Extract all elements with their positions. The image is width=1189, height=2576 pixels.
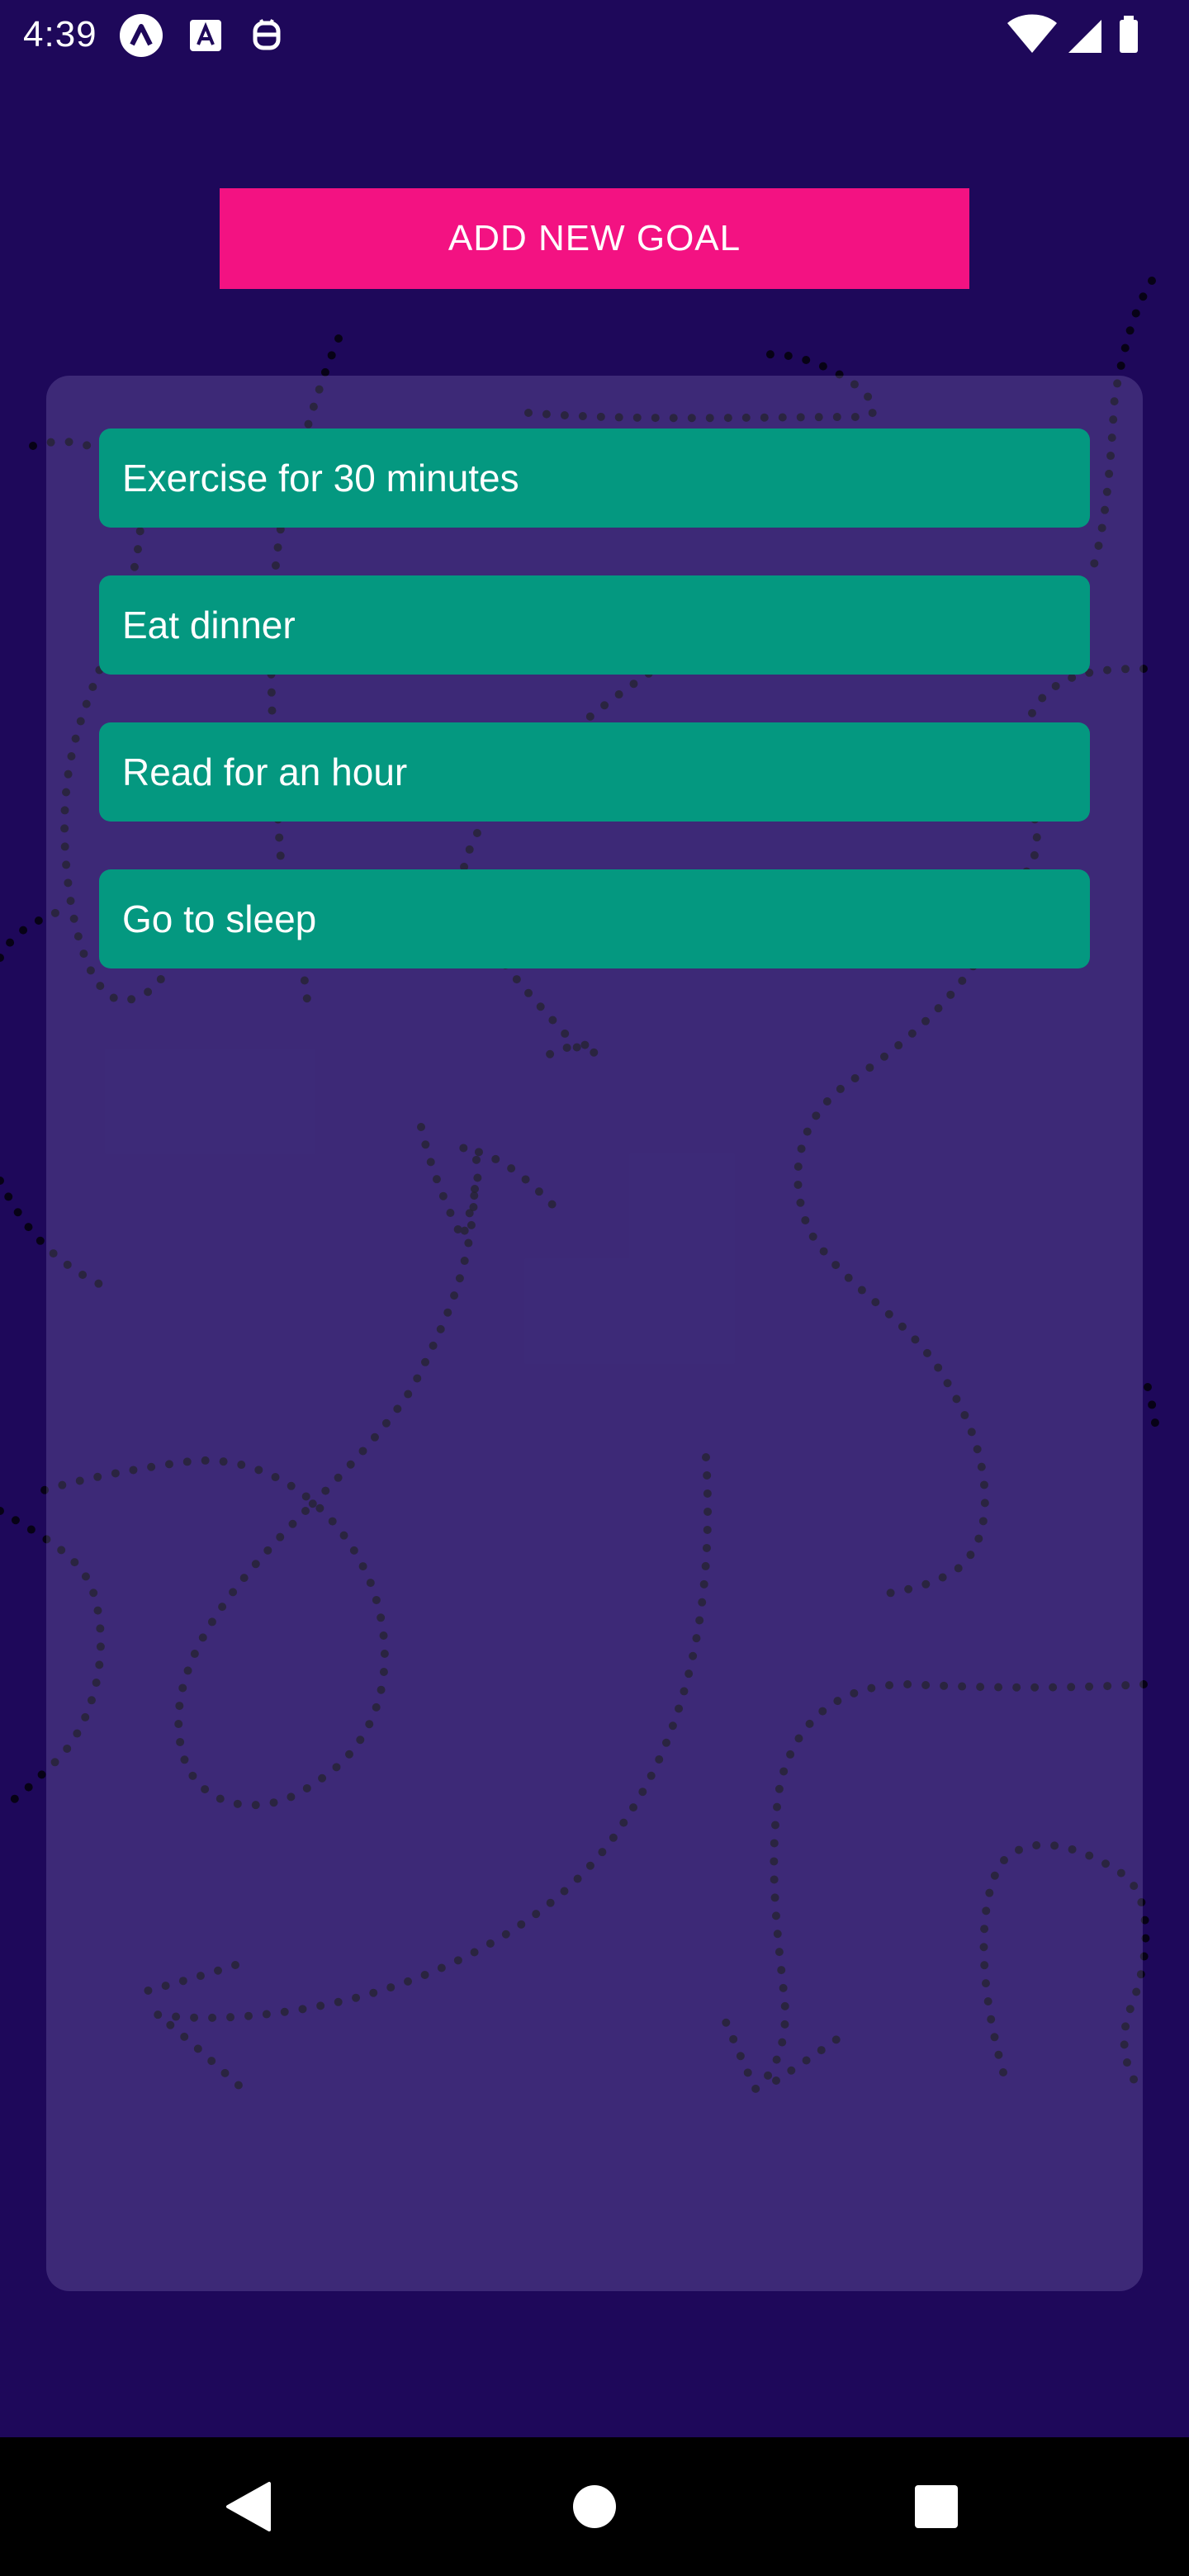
react-logo-icon [120,14,163,57]
goal-item[interactable]: Eat dinner [99,575,1090,675]
font-app-icon [190,20,221,51]
goal-item[interactable]: Read for an hour [99,722,1090,822]
recents-icon[interactable] [895,2465,978,2548]
robot-debug-icon [253,19,281,50]
cellular-signal-icon [1068,20,1101,53]
system-navigation-bar [0,2437,1189,2576]
goals-list-panel: Exercise for 30 minutes Eat dinner Read … [46,376,1143,2291]
battery-icon [1120,16,1138,53]
wifi-icon [1007,14,1057,53]
goal-item[interactable]: Go to sleep [99,869,1090,968]
back-icon[interactable] [206,2465,289,2548]
status-time: 4:39 [23,14,97,54]
home-icon[interactable] [553,2465,636,2548]
status-right-icons [1007,14,1138,53]
add-new-goal-button[interactable]: ADD NEW GOAL [220,188,969,289]
app-screen: 4:39 ADD NEW GOAL Exercise for 30 minute… [0,0,1189,2576]
goal-item[interactable]: Exercise for 30 minutes [99,429,1090,528]
status-bar: 4:39 [0,0,1189,69]
